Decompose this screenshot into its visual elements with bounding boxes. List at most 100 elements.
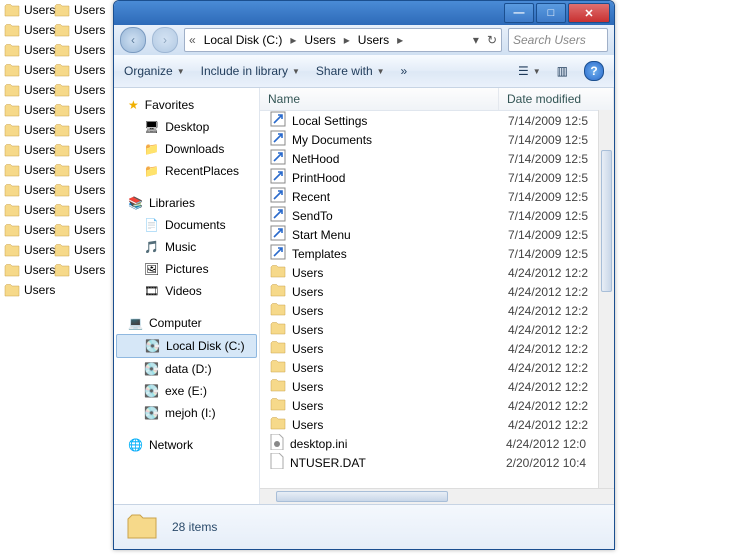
organize-menu[interactable]: Organize▼	[124, 64, 185, 78]
column-name[interactable]: Name	[260, 88, 499, 110]
help-button[interactable]: ?	[584, 61, 604, 81]
column-headers[interactable]: Name Date modified	[260, 88, 614, 111]
refresh-icon[interactable]: ↻	[483, 33, 501, 47]
file-row[interactable]: Local Settings7/14/2009 12:5	[260, 111, 614, 130]
nav-favorites-header[interactable]: ★Favorites	[114, 94, 259, 116]
nav-computer-header[interactable]: 💻Computer	[114, 312, 259, 334]
file-row[interactable]: NTUSER.DAT2/20/2012 10:4	[260, 453, 614, 472]
file-row[interactable]: Users4/24/2012 12:2	[260, 415, 614, 434]
navigation-pane[interactable]: ★Favorites 🖥Desktop 📁Downloads 📁RecentPl…	[114, 88, 260, 504]
nav-videos[interactable]: 🎞Videos	[114, 280, 259, 302]
desktop-folder-icon[interactable]: Users	[4, 0, 54, 20]
minimize-button[interactable]: —	[504, 3, 534, 23]
desktop-folder-icon[interactable]: Users	[4, 120, 54, 140]
file-row[interactable]: Start Menu7/14/2009 12:5	[260, 225, 614, 244]
desktop-folder-icon[interactable]: Users	[54, 200, 104, 220]
close-button[interactable]: ✕	[568, 3, 610, 23]
nav-music[interactable]: 🎵Music	[114, 236, 259, 258]
desktop-folder-icon[interactable]: Users	[4, 20, 54, 40]
network-icon: 🌐	[128, 438, 143, 452]
horizontal-scrollbar[interactable]	[260, 488, 614, 504]
desktop-folder-icon[interactable]: Users	[54, 120, 104, 140]
recent-icon: 📁	[144, 164, 159, 178]
desktop-folder-icon[interactable]: Users	[54, 220, 104, 240]
vertical-scrollbar[interactable]	[598, 110, 614, 489]
file-name: Users	[292, 361, 502, 375]
file-date: 7/14/2009 12:5	[508, 171, 588, 185]
nav-pictures[interactable]: 🖼Pictures	[114, 258, 259, 280]
file-row[interactable]: Users4/24/2012 12:2	[260, 339, 614, 358]
file-row[interactable]: Users4/24/2012 12:2	[260, 358, 614, 377]
file-row[interactable]: Users4/24/2012 12:2	[260, 396, 614, 415]
desktop-folder-icon[interactable]: Users	[54, 180, 104, 200]
desktop-folder-icon[interactable]: Users	[54, 100, 104, 120]
desktop-folder-icon[interactable]: Users	[54, 0, 104, 20]
maximize-button[interactable]: □	[536, 3, 566, 23]
desktop-folder-icon[interactable]: Users	[4, 180, 54, 200]
file-row[interactable]: Users4/24/2012 12:2	[260, 263, 614, 282]
nav-mejoh-i[interactable]: 💽mejoh (I:)	[114, 402, 259, 424]
breadcrumb-segment[interactable]: Users	[300, 33, 339, 47]
desktop-folder-icon[interactable]: Users	[4, 60, 54, 80]
back-button[interactable]: ‹	[120, 27, 146, 53]
file-row[interactable]: Recent7/14/2009 12:5	[260, 187, 614, 206]
nav-local-disk-c[interactable]: 💽Local Disk (C:)	[116, 334, 257, 358]
file-row[interactable]: Users4/24/2012 12:2	[260, 320, 614, 339]
nav-exe-e[interactable]: 💽exe (E:)	[114, 380, 259, 402]
file-row[interactable]: Users4/24/2012 12:2	[260, 377, 614, 396]
desktop-folder-icon[interactable]: Users	[4, 200, 54, 220]
forward-button[interactable]: ›	[152, 27, 178, 53]
scrollbar-thumb[interactable]	[601, 150, 612, 292]
desktop-folder-icon[interactable]: Users	[4, 260, 54, 280]
preview-pane-button[interactable]: ▥	[557, 64, 568, 78]
desktop-folder-icon[interactable]: Users	[4, 40, 54, 60]
file-name: Local Settings	[292, 114, 502, 128]
desktop-folder-icon[interactable]: Users	[54, 80, 104, 100]
desktop-folder-icon[interactable]: Users	[4, 140, 54, 160]
desktop-folder-icon[interactable]: Users	[4, 100, 54, 120]
view-options-button[interactable]: ☰▼	[518, 64, 541, 78]
nav-recent-places[interactable]: 📁RecentPlaces	[114, 160, 259, 182]
overflow-double-chevron-icon[interactable]: »	[401, 64, 408, 78]
nav-desktop[interactable]: 🖥Desktop	[114, 116, 259, 138]
desktop-folder-icon[interactable]: Users	[4, 80, 54, 100]
file-row[interactable]: desktop.ini4/24/2012 12:0	[260, 434, 614, 453]
file-row[interactable]: PrintHood7/14/2009 12:5	[260, 168, 614, 187]
include-in-library-menu[interactable]: Include in library▼	[201, 64, 300, 78]
nav-downloads[interactable]: 📁Downloads	[114, 138, 259, 160]
desktop-folder-icon[interactable]: Users	[4, 240, 54, 260]
desktop-folder-icon[interactable]: Users	[54, 260, 104, 280]
desktop-folder-icon[interactable]: Users	[54, 20, 104, 40]
desktop-folder-icon[interactable]: Users	[4, 220, 54, 240]
column-date-modified[interactable]: Date modified	[499, 88, 614, 110]
desktop-folder-icon[interactable]: Users	[54, 60, 104, 80]
desktop-folder-icon[interactable]: Users	[4, 280, 54, 300]
explorer-window: — □ ✕ ‹ › « Local Disk (C:) ▸ Users ▸ Us…	[113, 0, 615, 550]
breadcrumb-segment[interactable]: Local Disk (C:)	[200, 33, 287, 47]
file-row[interactable]: NetHood7/14/2009 12:5	[260, 149, 614, 168]
chevron-right-icon: ▸	[393, 33, 407, 47]
file-row[interactable]: Users4/24/2012 12:2	[260, 282, 614, 301]
desktop-folder-icon[interactable]: Users	[54, 240, 104, 260]
scrollbar-thumb[interactable]	[276, 491, 448, 502]
breadcrumb-segment[interactable]: Users	[354, 33, 393, 47]
desktop-folder-icon[interactable]: Users	[54, 160, 104, 180]
file-row[interactable]: Templates7/14/2009 12:5	[260, 244, 614, 263]
nav-data-d[interactable]: 💽data (D:)	[114, 358, 259, 380]
title-bar[interactable]: — □ ✕	[114, 1, 614, 25]
status-bar: 28 items	[114, 504, 614, 549]
file-name: Templates	[292, 247, 502, 261]
file-row[interactable]: My Documents7/14/2009 12:5	[260, 130, 614, 149]
search-input[interactable]: Search Users	[508, 28, 608, 52]
file-row[interactable]: Users4/24/2012 12:2	[260, 301, 614, 320]
dropdown-icon[interactable]: ▾	[469, 33, 483, 47]
share-with-menu[interactable]: Share with▼	[316, 64, 385, 78]
nav-network-header[interactable]: 🌐Network	[114, 434, 259, 456]
desktop-folder-icon[interactable]: Users	[54, 140, 104, 160]
desktop-folder-icon[interactable]: Users	[4, 160, 54, 180]
nav-documents[interactable]: 📄Documents	[114, 214, 259, 236]
nav-libraries-header[interactable]: 📚Libraries	[114, 192, 259, 214]
desktop-folder-icon[interactable]: Users	[54, 40, 104, 60]
address-bar[interactable]: « Local Disk (C:) ▸ Users ▸ Users ▸ ▾ ↻	[184, 28, 502, 52]
file-row[interactable]: SendTo7/14/2009 12:5	[260, 206, 614, 225]
